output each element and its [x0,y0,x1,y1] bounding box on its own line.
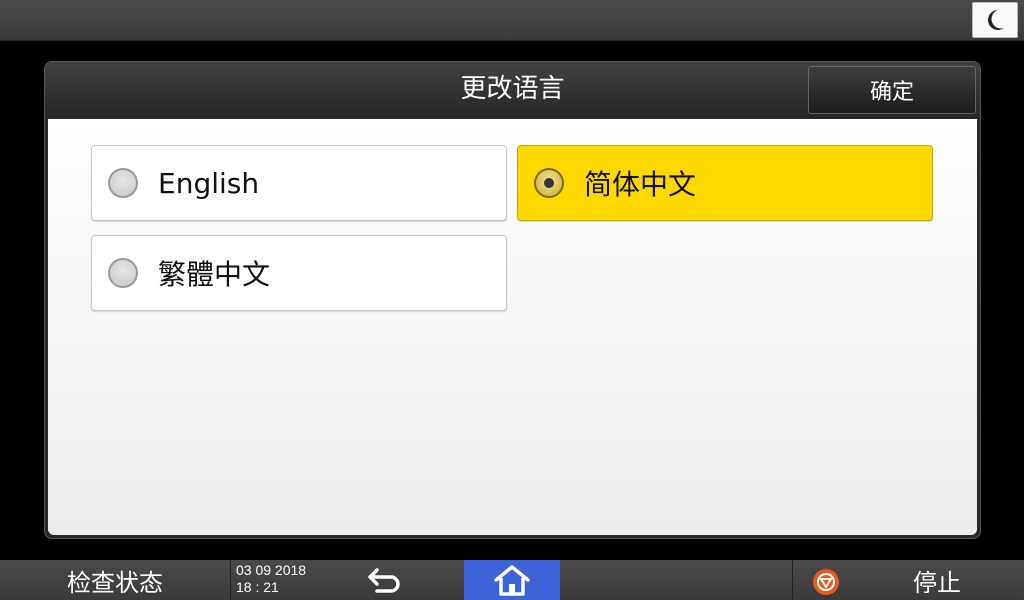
check-status-button[interactable]: 检查状态 [0,560,230,600]
option-label: 繁體中文 [158,258,271,291]
date-time-display: 03 09 2018 18 : 21 [236,562,306,596]
back-button[interactable] [360,560,410,600]
change-language-dialog: 更改语言 确定 English 简体中文 繁體中文 [44,61,981,539]
ok-button[interactable]: 确定 [808,66,976,114]
dialog-body: English 简体中文 繁體中文 [48,119,977,535]
divider [792,560,793,600]
bottom-bar: 检查状态 03 09 2018 18 : 21 停止 [0,560,1024,600]
divider [230,560,231,600]
dialog-header: 更改语言 确定 [45,62,980,118]
radio-button[interactable] [108,258,138,288]
energy-saver-button[interactable] [972,2,1018,38]
language-option-simplified-chinese[interactable]: 简体中文 [517,145,933,221]
date-text: 03 09 2018 [236,562,307,578]
moon-icon [988,10,1004,30]
stop-icon[interactable] [812,568,840,596]
home-button[interactable] [464,560,560,600]
language-option-english[interactable]: English [91,145,507,221]
language-option-traditional-chinese[interactable]: 繁體中文 [91,235,507,311]
back-arrow-icon [368,568,400,593]
option-label: English [158,166,260,200]
radio-button[interactable] [108,168,138,198]
home-icon [494,565,530,596]
option-label: 简体中文 [584,168,697,201]
time-text: 18 : 21 [236,579,279,595]
stop-button[interactable]: 停止 [850,560,1024,600]
top-status-bar [0,0,1024,41]
radio-button-selected[interactable] [534,168,564,198]
radio-dot [544,178,554,188]
